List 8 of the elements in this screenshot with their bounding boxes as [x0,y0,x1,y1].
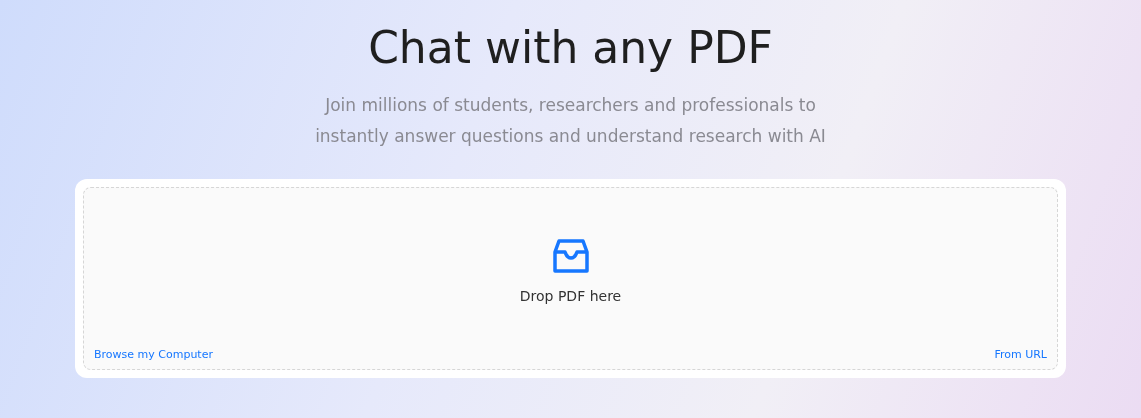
drop-zone[interactable]: Drop PDF here Browse my Computer From URL [83,187,1058,370]
upload-link[interactable]: From URL [994,348,1047,361]
subtitle-line: instantly answer questions and understand research with AI [315,125,826,148]
drop-prompt: Drop PDF here [519,288,622,304]
inbox-icon [551,238,590,274]
page-title: Chat with any PDF [368,21,773,75]
subtitle-line: Join millions of students, researchers and professionals to [325,94,816,117]
upload-link[interactable]: Browse my Computer [94,348,213,361]
